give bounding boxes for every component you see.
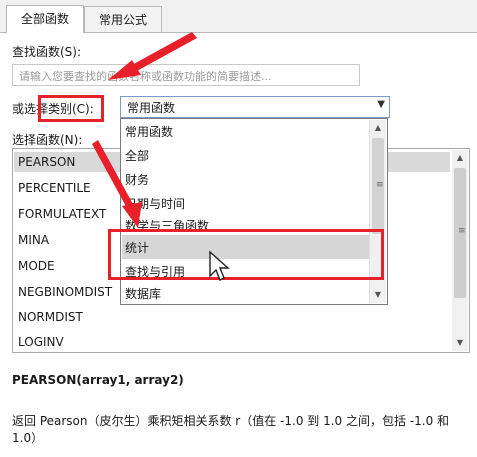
function-item-percentile[interactable]: PERCENTILE — [18, 178, 91, 198]
function-description: 返回 Pearson（皮尔生）乘积矩相关系数 r（值在 -1.0 到 1.0 之… — [12, 414, 450, 445]
tab-all-functions[interactable]: 全部函数 — [6, 5, 84, 33]
category-option-common[interactable]: 常用函数 — [125, 122, 173, 142]
tab-bar: 全部函数 常用公式 — [0, 0, 477, 33]
function-list-label: 选择函数(N): — [12, 133, 83, 147]
dropdown-arrow-icon[interactable]: ▼ — [377, 99, 385, 110]
category-select[interactable]: 常用函数 ▼ — [120, 96, 390, 118]
category-option-finance[interactable]: 财务 — [125, 170, 149, 190]
category-option-datetime[interactable]: 日期与时间 — [125, 194, 185, 214]
function-signature: PEARSON(array1, array2) — [12, 373, 184, 387]
category-selected-value: 常用函数 — [127, 101, 176, 115]
mouse-cursor-icon — [209, 250, 230, 281]
scroll-up-icon[interactable]: ▲ — [452, 150, 468, 166]
search-label: 查找函数(S): — [12, 45, 82, 59]
function-item-loginv[interactable]: LOGINV — [18, 332, 64, 352]
dropdown-scroll-thumb[interactable]: ≡ — [372, 138, 384, 234]
search-input[interactable]: 请输入您要查找的函数名称或函数功能的简要描述... — [12, 64, 360, 86]
function-item-mode[interactable]: MODE — [18, 256, 55, 276]
dropdown-scroll-down-icon[interactable]: ▼ — [370, 287, 386, 303]
tab-common-formulas[interactable]: 常用公式 — [84, 6, 162, 32]
scroll-down-icon[interactable]: ▼ — [452, 335, 468, 351]
annotation-box-category-label — [38, 95, 104, 122]
function-item-negbinomdist[interactable]: NEGBINOMDIST — [18, 282, 112, 302]
function-item-normdist[interactable]: NORMDIST — [18, 307, 83, 327]
function-item-mina[interactable]: MINA — [18, 230, 49, 250]
dropdown-scroll-up-icon[interactable]: ▲ — [370, 120, 386, 136]
function-item-formulatext[interactable]: FORMULATEXT — [18, 204, 106, 224]
category-option-all[interactable]: 全部 — [125, 146, 149, 166]
function-list-scrollbar[interactable]: ▲ ≡ ▼ — [452, 150, 468, 351]
scroll-thumb[interactable]: ≡ — [454, 168, 466, 298]
category-option-database[interactable]: 数据库 — [125, 284, 161, 304]
annotation-box-statistics — [108, 229, 384, 280]
